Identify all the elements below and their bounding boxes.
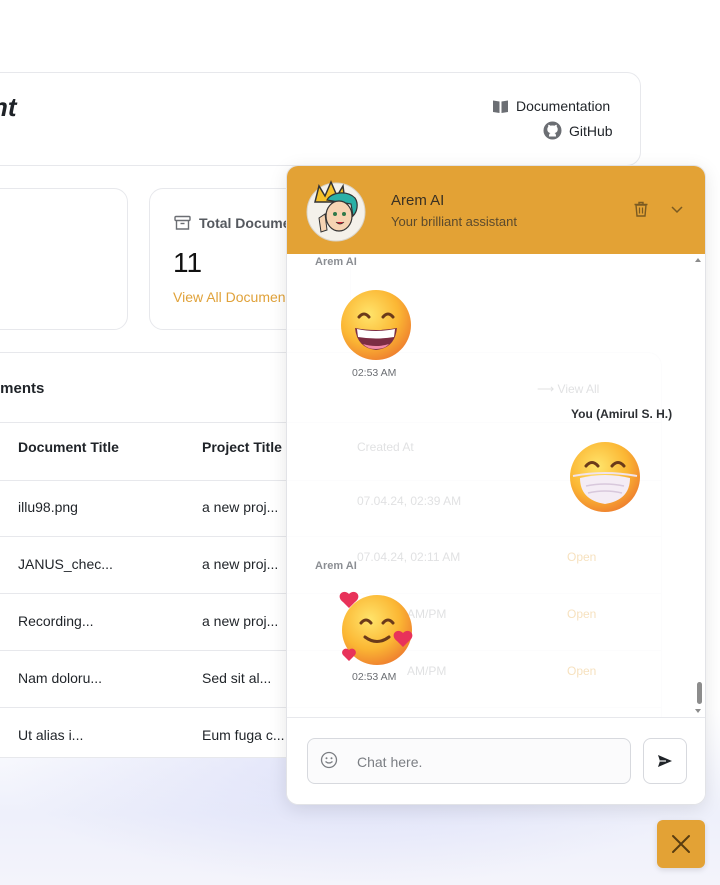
documentation-label: Documentation: [516, 98, 611, 114]
chat-input-wrapper: [307, 738, 631, 784]
document-title-cell: Recording...: [18, 613, 94, 629]
stat-label: Total Docume: [199, 215, 291, 231]
chat-widget: Arem AI Your brilliant assistant ⟶ View …: [286, 165, 706, 805]
face-with-medical-mask-icon: [570, 442, 640, 512]
send-button[interactable]: [643, 738, 687, 784]
ghost-cell: Open: [567, 550, 597, 564]
column-header-project-title[interactable]: Project Title: [202, 439, 282, 455]
bot-name: Arem AI: [391, 192, 445, 209]
scroll-down-icon[interactable]: [694, 707, 702, 715]
stat-label-row: Total Docume: [174, 215, 291, 231]
message-sender: Arem AI: [315, 256, 357, 268]
chat-composer: [287, 717, 705, 804]
ghost-cell: Open: [567, 664, 597, 678]
ghost-cell: 07.04.24, 02:39 AM: [357, 494, 462, 508]
archive-icon: [174, 215, 191, 230]
message-sender: Arem AI: [315, 560, 357, 572]
bot-avatar: [306, 180, 366, 242]
chat-scrollbar[interactable]: [695, 254, 703, 717]
github-link[interactable]: GitHub: [543, 121, 613, 140]
ghost-cell: Open: [567, 607, 597, 621]
scroll-up-icon[interactable]: [694, 256, 702, 264]
message-list[interactable]: ⟶ View All Created At 07.04.24, 02:39 AM…: [287, 254, 705, 717]
project-title-cell: Sed sit al...: [202, 670, 272, 686]
document-title-cell: Ut alias i...: [18, 727, 84, 743]
document-title-cell: illu98.png: [18, 499, 78, 515]
trash-icon[interactable]: [631, 199, 651, 219]
ghost-cell: 07.04.24, 02:11 AM: [357, 550, 461, 564]
close-icon: [672, 835, 690, 853]
chat-input[interactable]: [355, 750, 619, 774]
message-time: 02:53 AM: [352, 367, 397, 379]
smile-icon[interactable]: [320, 751, 338, 769]
page-title: nt: [0, 92, 17, 122]
message-sender-you: You (Amirul S. H.): [571, 407, 673, 421]
stat-card: [0, 188, 128, 330]
chat-header: Arem AI Your brilliant assistant: [287, 166, 705, 254]
table-heading: uments: [0, 380, 45, 397]
document-title-cell: JANUS_chec...: [18, 556, 113, 572]
document-title-cell: Nam doloru...: [18, 670, 103, 686]
grinning-face-icon: [341, 290, 411, 360]
documentation-link[interactable]: Documentation: [492, 98, 610, 114]
scroll-thumb[interactable]: [697, 682, 702, 704]
chevron-down-icon[interactable]: [667, 199, 687, 219]
book-icon: [493, 100, 508, 113]
message-time: 02:53 AM: [352, 671, 397, 683]
project-title-cell: Eum fuga c...: [202, 727, 285, 743]
send-icon: [658, 755, 672, 767]
github-icon: [543, 121, 562, 140]
bot-subtitle: Your brilliant assistant: [391, 214, 517, 229]
close-chat-button[interactable]: [657, 820, 705, 868]
ghost-button: ⟶ View All: [537, 382, 600, 396]
github-label: GitHub: [569, 122, 613, 139]
column-header-document-title[interactable]: Document Title: [18, 439, 119, 455]
project-title-cell: a new proj...: [202, 613, 279, 629]
header-card: [0, 72, 641, 166]
view-all-documents-link[interactable]: View All Documen: [173, 289, 286, 305]
stat-value: 11: [173, 247, 203, 278]
project-title-cell: a new proj...: [202, 556, 279, 572]
project-title-cell: a new proj...: [202, 499, 279, 515]
smiling-face-with-hearts-icon: [339, 591, 413, 665]
ghost-header: Created At: [357, 440, 414, 454]
